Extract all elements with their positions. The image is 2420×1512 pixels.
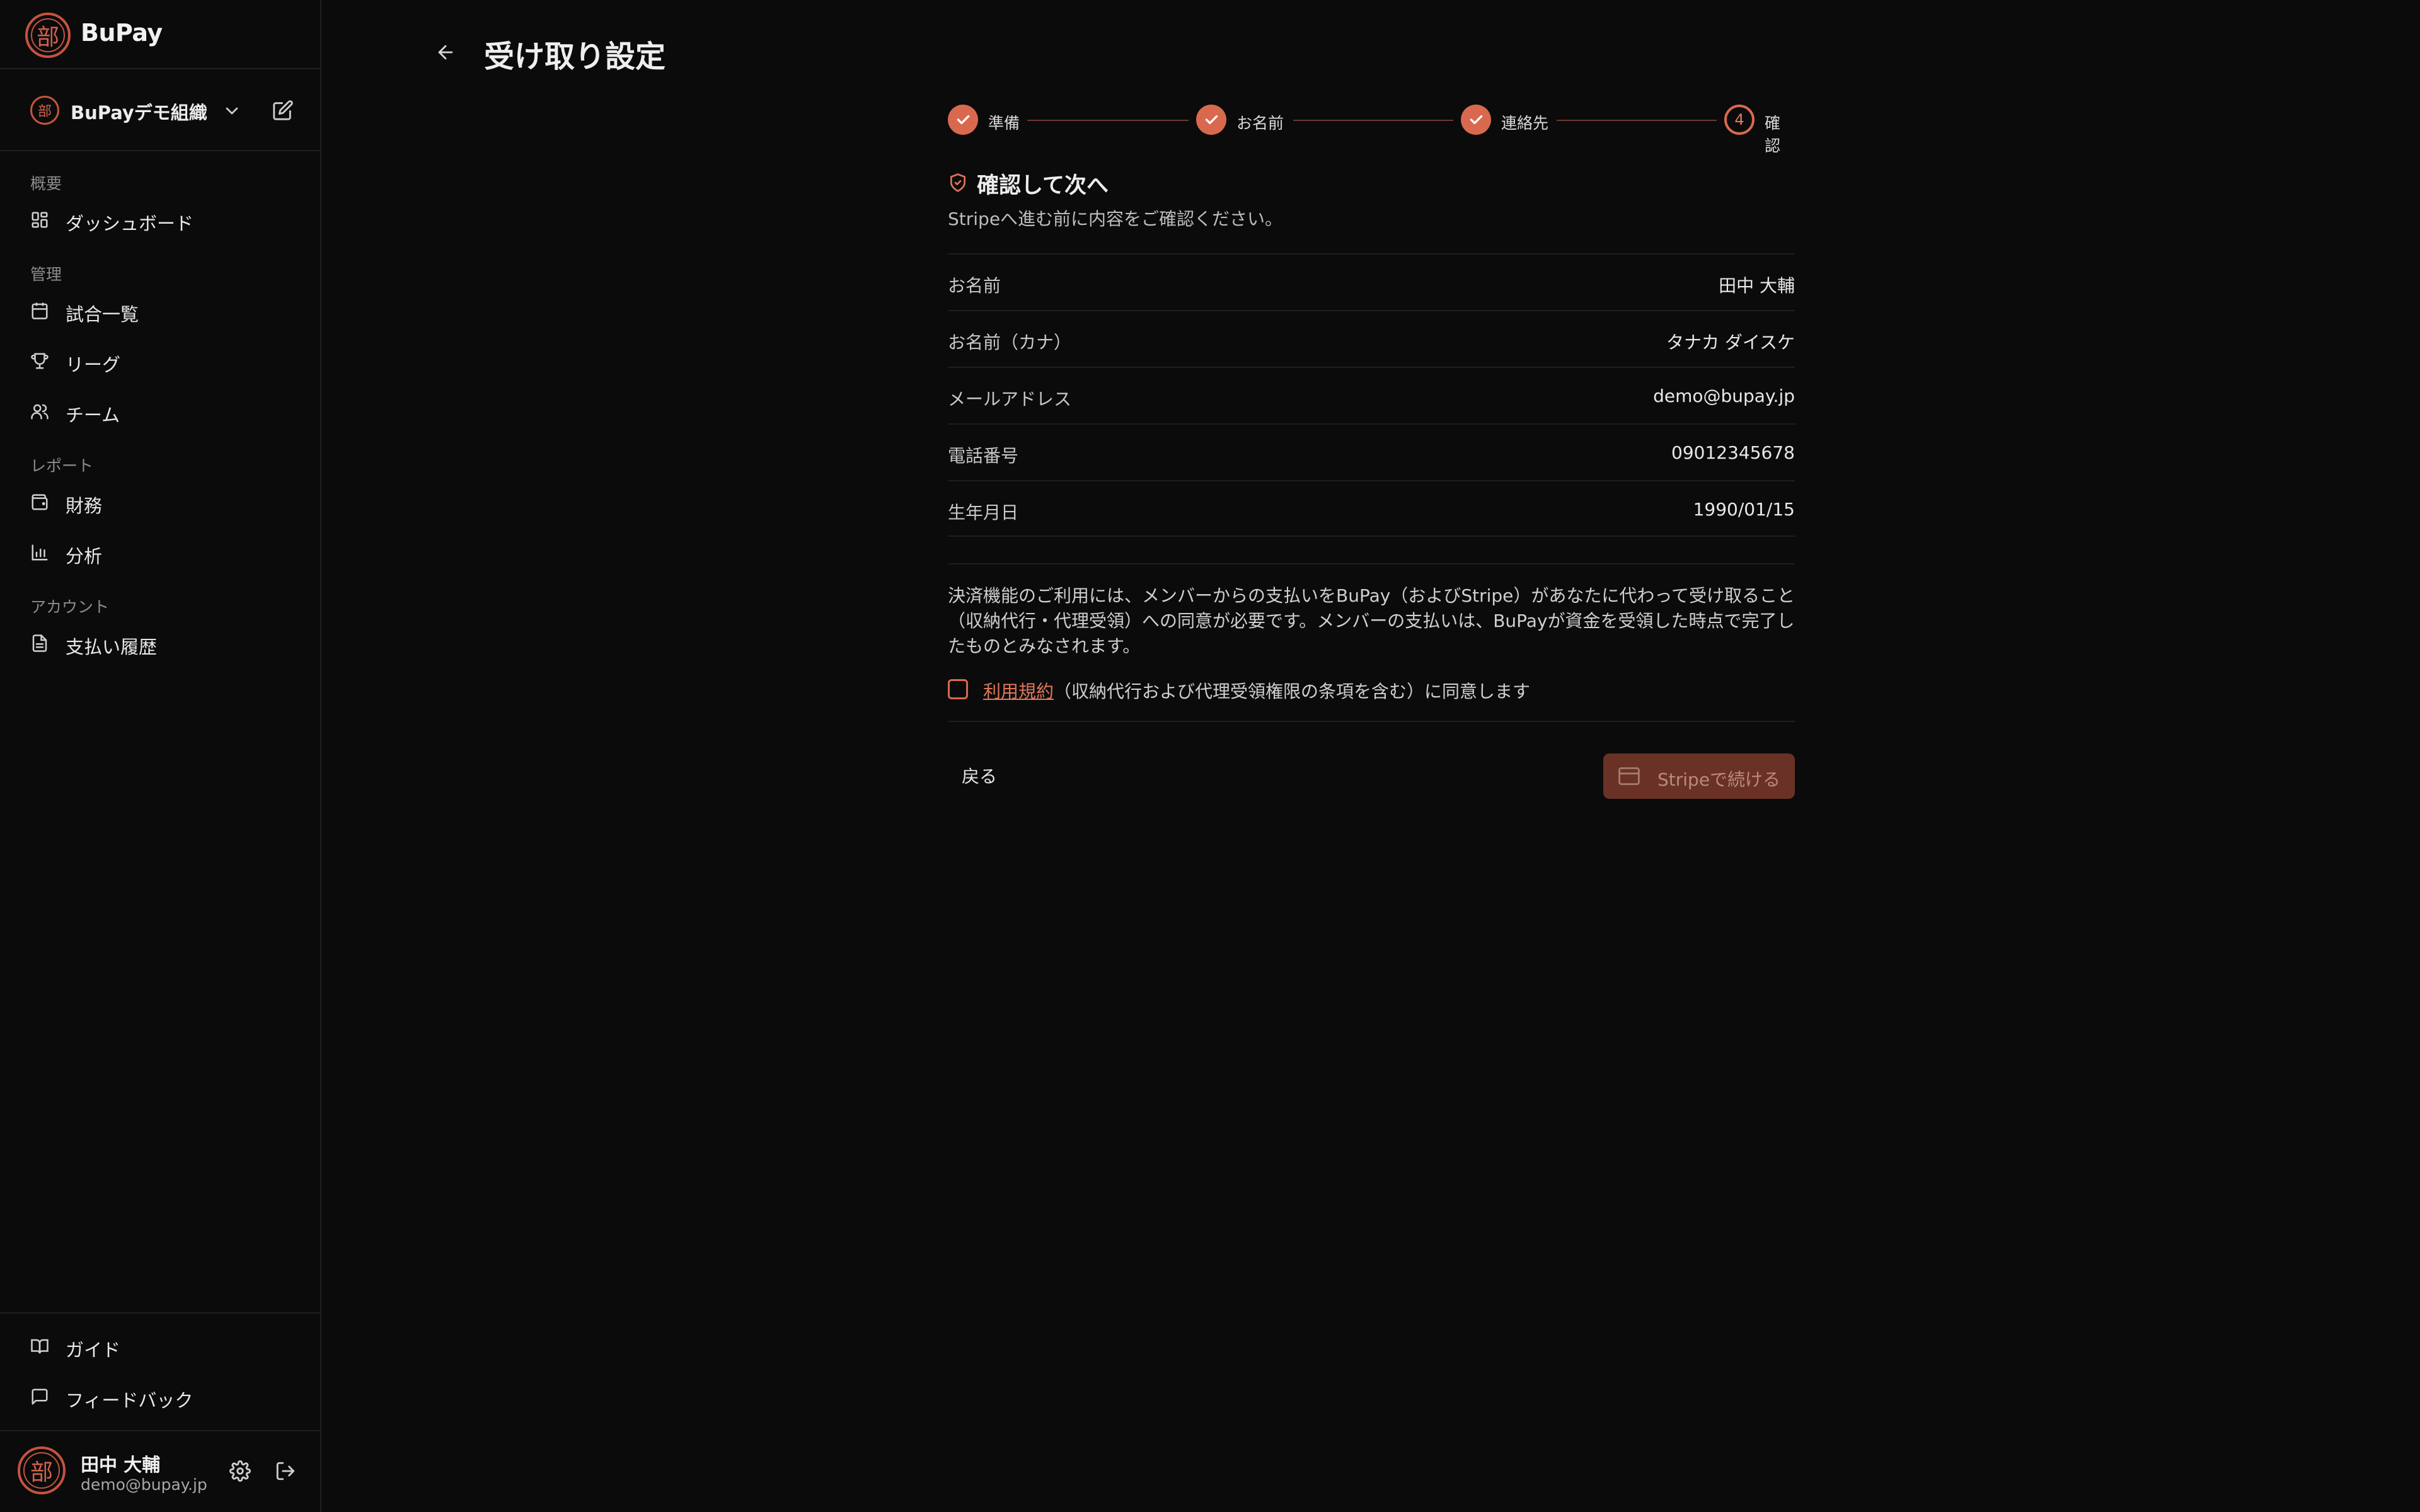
step-label: 準備: [988, 114, 1020, 132]
avatar[interactable]: 部: [18, 1446, 66, 1494]
org-switcher[interactable]: 部 BuPayデモ組織: [0, 69, 321, 151]
sidebar-section-manage: 管理: [30, 265, 62, 284]
sidebar-item-label: ダッシュボード: [66, 213, 194, 234]
row-value: タナカ ダイスケ: [1666, 332, 1795, 353]
gear-icon[interactable]: [229, 1460, 251, 1482]
step-3-done: [1461, 105, 1491, 135]
sidebar-section-account: アカウント: [30, 598, 110, 616]
row-key: 生年月日: [948, 502, 1019, 523]
sidebar-section-report: レポート: [30, 457, 94, 475]
check-icon: [1470, 115, 1483, 125]
sidebar-item-dashboard[interactable]: ダッシュボード: [18, 199, 304, 241]
table-row: 電話番号 09012345678: [948, 423, 1795, 480]
calendar-icon: [32, 302, 48, 319]
sidebar-item-league[interactable]: リーグ: [18, 340, 304, 382]
section-title: 確認して次へ: [977, 173, 1109, 198]
step-label: 確認: [1765, 114, 1781, 155]
sidebar-bottom-divider: [0, 1312, 321, 1314]
step-4-current: 4: [1724, 105, 1754, 135]
brand-logo[interactable]: 部: [25, 13, 71, 58]
sidebar-item-label: チーム: [66, 404, 120, 426]
step-1-done: [948, 105, 978, 135]
row-key: 電話番号: [948, 445, 1019, 466]
table-row: お名前 田中 大輔: [948, 253, 1795, 310]
brand-header: 部 BuPay: [0, 0, 321, 69]
row-key: お名前（カナ）: [948, 332, 1072, 353]
confirmation-table: お名前 田中 大輔 お名前（カナ） タナカ ダイスケ メールアドレス demo@…: [948, 253, 1795, 537]
step-label: 連絡先: [1501, 114, 1549, 132]
sidebar-item-label: 財務: [66, 495, 103, 517]
terms-link[interactable]: 利用規約: [983, 678, 1054, 703]
brand-logo-glyph: 部: [36, 25, 59, 50]
step-number: 4: [1734, 111, 1744, 129]
sidebar-item-team[interactable]: チーム: [18, 391, 304, 432]
document-icon: [32, 634, 47, 652]
user-avatar-glyph: 部: [30, 1460, 53, 1486]
sidebar-item-feedback[interactable]: フィードバック: [18, 1376, 304, 1418]
sidebar-section-overview: 概要: [30, 175, 62, 193]
table-row: 生年月日 1990/01/15: [948, 480, 1795, 537]
step-connector: [1293, 120, 1453, 121]
message-icon: [32, 1389, 48, 1405]
row-value: 田中 大輔: [1719, 275, 1795, 296]
user-name: 田中 大輔: [81, 1454, 161, 1475]
brand-name[interactable]: BuPay: [81, 19, 163, 47]
org-avatar: 部: [30, 96, 59, 125]
org-avatar-glyph: 部: [37, 104, 52, 120]
chevron-down-icon[interactable]: [222, 101, 242, 121]
stepper: 準備 お名前 連絡先 4 確認: [948, 103, 1795, 155]
sidebar-item-label: リーグ: [66, 354, 121, 375]
user-email: demo@bupay.jp: [81, 1475, 207, 1494]
back-arrow-icon[interactable]: [435, 42, 456, 63]
step-connector: [1027, 120, 1189, 121]
row-value: demo@bupay.jp: [1653, 386, 1795, 406]
sidebar-item-payment-history[interactable]: 支払い履歴: [18, 622, 304, 664]
sidebar-item-label: ガイド: [66, 1339, 121, 1361]
book-icon: [31, 1339, 49, 1354]
sidebar-item-label: 試合一覧: [66, 304, 139, 325]
terms-checkbox[interactable]: [948, 679, 968, 699]
logout-icon[interactable]: [275, 1460, 296, 1482]
divider: [948, 563, 1795, 564]
continue-stripe-button[interactable]: Stripeで続ける: [1603, 753, 1795, 799]
sidebar-item-guide[interactable]: ガイド: [18, 1326, 304, 1367]
back-button[interactable]: 戻る: [948, 753, 1011, 798]
bar-chart-icon: [32, 544, 48, 561]
wallet-icon: [32, 494, 48, 510]
sidebar-item-label: フィードバック: [66, 1390, 193, 1411]
sidebar-item-finance[interactable]: 財務: [18, 481, 304, 523]
sidebar: 部 BuPay 部 BuPayデモ組織 概要 ダッシュボード 管理 試合一覧 リ…: [0, 0, 321, 1512]
sidebar-item-label: 支払い履歴: [66, 636, 158, 658]
step-connector: [1557, 120, 1717, 121]
check-icon: [1205, 115, 1218, 125]
row-key: メールアドレス: [948, 389, 1072, 410]
credit-card-icon: [1618, 767, 1640, 785]
consent-text: 決済機能のご利用には、メンバーからの支払いをBuPay（およびStripe）があ…: [948, 585, 1795, 656]
edit-icon[interactable]: [272, 100, 294, 121]
sidebar-item-label: 分析: [66, 546, 103, 567]
row-value: 1990/01/15: [1693, 499, 1795, 520]
terms-agreement: 利用規約 （収納代行および代理受領権限の条項を含む）に同意します: [948, 675, 1795, 703]
sidebar-item-analytics[interactable]: 分析: [18, 532, 304, 573]
step-2-done: [1196, 105, 1226, 135]
grid-icon: [32, 212, 48, 228]
check-icon: [957, 115, 970, 125]
row-key: お名前: [948, 275, 1001, 296]
continue-stripe-label: Stripeで続ける: [1657, 769, 1781, 790]
org-name[interactable]: BuPayデモ組織: [71, 98, 207, 125]
section-description: Stripeへ進む前に内容をご確認ください。: [948, 209, 1283, 229]
shield-check-icon: [950, 173, 965, 192]
table-row: お名前（カナ） タナカ ダイスケ: [948, 310, 1795, 367]
step-label: お名前: [1236, 114, 1284, 132]
users-icon: [31, 404, 49, 420]
terms-agreement-label: （収納代行および代理受領権限の条項を含む）に同意します: [1054, 681, 1531, 702]
page-title: 受け取り設定: [484, 39, 666, 74]
divider: [948, 721, 1795, 722]
row-value: 09012345678: [1671, 442, 1795, 463]
table-row: メールアドレス demo@bupay.jp: [948, 367, 1795, 423]
sidebar-item-matches[interactable]: 試合一覧: [18, 290, 304, 331]
app-root: 部 BuPay 部 BuPayデモ組織 概要 ダッシュボード 管理 試合一覧 リ…: [0, 0, 2420, 1512]
trophy-icon: [31, 353, 49, 369]
sidebar-user-divider: [0, 1430, 321, 1431]
